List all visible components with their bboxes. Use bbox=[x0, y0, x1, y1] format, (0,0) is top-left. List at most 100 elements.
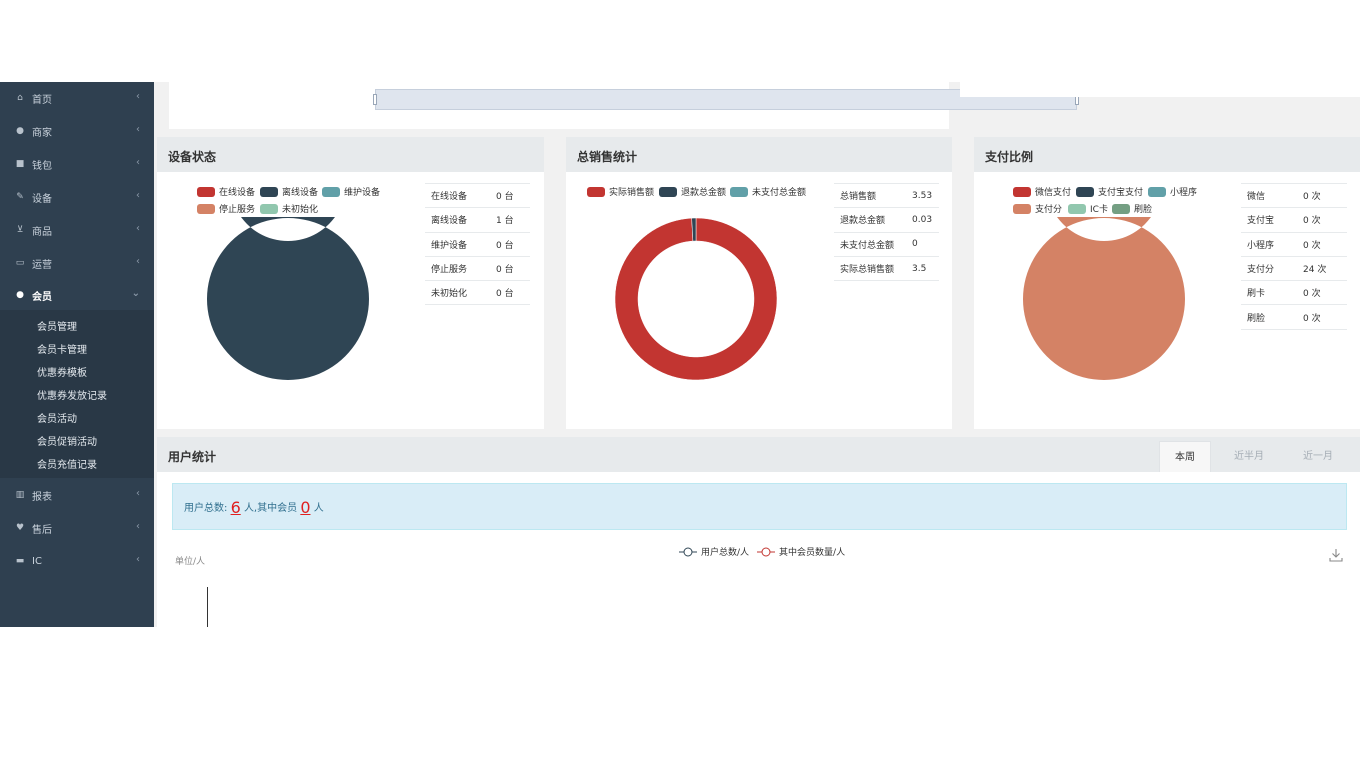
legend-item-3[interactable]: 停止服务 bbox=[197, 202, 255, 215]
row-value: 0.03 bbox=[906, 207, 939, 233]
legend-item-total-users[interactable]: 用户总数/人 bbox=[679, 545, 749, 558]
line-circle-icon bbox=[679, 547, 697, 556]
legend-item-2[interactable]: 维护设备 bbox=[322, 185, 380, 198]
legend-swatch bbox=[659, 186, 677, 197]
submenu-item-0[interactable]: 会员管理 bbox=[37, 318, 77, 333]
legend-label: IC卡 bbox=[1090, 205, 1108, 215]
tab-this-week[interactable]: 本周 bbox=[1159, 441, 1211, 472]
legend-item-1[interactable]: 退款总金额 bbox=[659, 185, 726, 198]
legend-label: 用户总数/人 bbox=[701, 548, 750, 558]
legend-label: 小程序 bbox=[1170, 188, 1198, 198]
stats-table: 微信 0 次支付宝 0 次小程序 0 次支付分 24 次刷卡 0 次刷脸 0 次 bbox=[1241, 182, 1347, 330]
total-users-count: 6 bbox=[230, 498, 241, 517]
table-row: 支付分 24 次 bbox=[1241, 255, 1347, 281]
user-icon: ● bbox=[16, 126, 24, 136]
panel-title: 设备状态 bbox=[168, 150, 217, 164]
row-value: 0 次 bbox=[1297, 304, 1347, 330]
legend-item-1[interactable]: 离线设备 bbox=[260, 185, 318, 198]
legend-swatch bbox=[1076, 186, 1094, 197]
legend-item-4[interactable]: 未初始化 bbox=[260, 202, 318, 215]
device-status-panel: 设备状态 在线设备 离线设备 维护设备停止服务 未初始化 在线设备 0 台离线设备 1 台维… bbox=[157, 137, 544, 429]
submenu-item-4[interactable]: 会员活动 bbox=[37, 410, 77, 425]
submenu-item-1[interactable]: 会员卡管理 bbox=[37, 341, 87, 356]
legend-swatch bbox=[322, 186, 340, 197]
sidebar-item-label: IC bbox=[32, 555, 42, 567]
legend-item-0[interactable]: 实际销售额 bbox=[587, 185, 654, 198]
row-value: 0 次 bbox=[1297, 231, 1347, 257]
sidebar-item-8[interactable]: ♥ 售后 ‹ bbox=[0, 514, 154, 542]
alert-prefix: 用户总数: bbox=[184, 503, 228, 514]
row-label: 刷卡 bbox=[1241, 280, 1297, 305]
sidebar-item-label: 首页 bbox=[32, 94, 52, 106]
legend-item-member-users[interactable]: 其中会员数量/人 bbox=[757, 545, 845, 558]
submenu-item-2[interactable]: 优惠券模板 bbox=[37, 364, 87, 379]
table-row: 支付宝 0 次 bbox=[1241, 207, 1347, 233]
sidebar-item-9[interactable]: ▬ IC ‹ bbox=[0, 547, 154, 575]
row-value: 24 次 bbox=[1297, 255, 1347, 281]
sidebar-item-label: 报表 bbox=[32, 491, 52, 503]
row-label: 未支付总金额 bbox=[834, 231, 906, 257]
credit-card-icon: ▬ bbox=[15, 556, 25, 566]
sidebar-item-6[interactable]: ● 会员 ⌄ bbox=[0, 281, 154, 309]
monitor-icon: ▭ bbox=[15, 258, 25, 268]
legend-label: 微信支付 bbox=[1035, 188, 1072, 198]
sidebar-item-label: 售后 bbox=[32, 524, 52, 536]
sidebar-item-label: 会员 bbox=[32, 291, 52, 303]
chevron-left-icon: ‹ bbox=[136, 256, 140, 267]
donut-slice-3[interactable] bbox=[1022, 217, 1185, 380]
top-chart-card bbox=[169, 82, 1079, 129]
dashboard: 会员管理会员卡管理优惠券模板优惠券发放记录 会员活动会员促销活动 会员充值记录 ⌂ 首页… bbox=[0, 82, 1360, 627]
legend-label: 支付宝支付 bbox=[1098, 188, 1144, 198]
tab-one-month[interactable]: 近一月 bbox=[1292, 441, 1344, 472]
sidebar-item-0[interactable]: ⌂ 首页 ‹ bbox=[0, 84, 154, 112]
row-label: 支付宝 bbox=[1241, 207, 1297, 233]
sidebar-item-label: 运营 bbox=[32, 259, 52, 271]
sidebar-item-7[interactable]: ▥ 报表 ‹ bbox=[0, 481, 154, 509]
sidebar-item-4[interactable]: ⊻ 商品 ‹ bbox=[0, 216, 154, 244]
tab-half-month[interactable]: 近半月 bbox=[1223, 441, 1275, 472]
row-value: 0 台 bbox=[490, 280, 530, 306]
chevron-left-icon: ‹ bbox=[136, 488, 140, 499]
zoom-handle-left[interactable] bbox=[373, 94, 377, 105]
submenu-item-6[interactable]: 会员充值记录 bbox=[37, 456, 97, 471]
legend-swatch bbox=[1148, 186, 1166, 197]
submenu-item-5[interactable]: 会员促销活动 bbox=[37, 433, 97, 448]
legend-label: 刷脸 bbox=[1134, 205, 1153, 215]
panel-title: 支付比例 bbox=[985, 150, 1034, 164]
sidebar-item-3[interactable]: ✎ 设备 ‹ bbox=[0, 183, 154, 211]
legend-label: 实际销售额 bbox=[609, 188, 655, 198]
legend-item-3[interactable]: 支付分 bbox=[1013, 202, 1062, 215]
legend-item-0[interactable]: 微信支付 bbox=[1013, 185, 1071, 198]
legend-item-1[interactable]: 支付宝支付 bbox=[1076, 185, 1143, 198]
donut-slice-1[interactable] bbox=[206, 217, 369, 380]
legend-item-5[interactable]: 刷脸 bbox=[1112, 202, 1152, 215]
row-value: 0 bbox=[906, 231, 939, 257]
sidebar-item-1[interactable]: ● 商家 ‹ bbox=[0, 117, 154, 145]
legend-label: 在线设备 bbox=[219, 188, 256, 198]
legend-item-0[interactable]: 在线设备 bbox=[197, 185, 255, 198]
panel-header: 总销售统计 bbox=[566, 137, 952, 172]
row-value: 0 台 bbox=[490, 255, 530, 281]
donut-slice-0[interactable] bbox=[614, 217, 778, 381]
legend-item-4[interactable]: IC卡 bbox=[1068, 202, 1108, 215]
legend-swatch bbox=[260, 186, 278, 197]
row-label: 支付分 bbox=[1241, 255, 1297, 281]
legend-item-2[interactable]: 未支付总金额 bbox=[730, 185, 806, 198]
table-row: 总销售额 3.53 bbox=[834, 182, 939, 208]
stats-table: 在线设备 0 台离线设备 1 台维护设备 0 台停止服务 0 台未初始化 0 台 bbox=[425, 182, 530, 306]
row-label: 刷脸 bbox=[1241, 304, 1297, 330]
cart-icon: ⊻ bbox=[16, 225, 24, 235]
table-row: 停止服务 0 台 bbox=[425, 255, 530, 281]
legend-item-2[interactable]: 小程序 bbox=[1148, 185, 1197, 198]
download-icon[interactable] bbox=[1329, 548, 1343, 562]
legend-label: 未支付总金额 bbox=[752, 188, 807, 198]
table-row: 实际总销售额 3.5 bbox=[834, 255, 939, 282]
legend-label: 维护设备 bbox=[344, 188, 381, 198]
sidebar-item-5[interactable]: ▭ 运营 ‹ bbox=[0, 249, 154, 277]
row-value: 1 台 bbox=[490, 207, 530, 233]
submenu-item-3[interactable]: 优惠券发放记录 bbox=[37, 387, 107, 402]
row-label: 退款总金额 bbox=[834, 207, 906, 233]
payment-ratio-panel: 支付比例 微信支付 支付宝支付 小程序 支付分 IC卡 刷脸 微信 0 次支付宝 0 次小程序 0… bbox=[974, 137, 1360, 429]
chart-unit-label: 单位/人 bbox=[175, 557, 206, 567]
sidebar-item-2[interactable]: ■ 钱包 ‹ bbox=[0, 150, 154, 178]
